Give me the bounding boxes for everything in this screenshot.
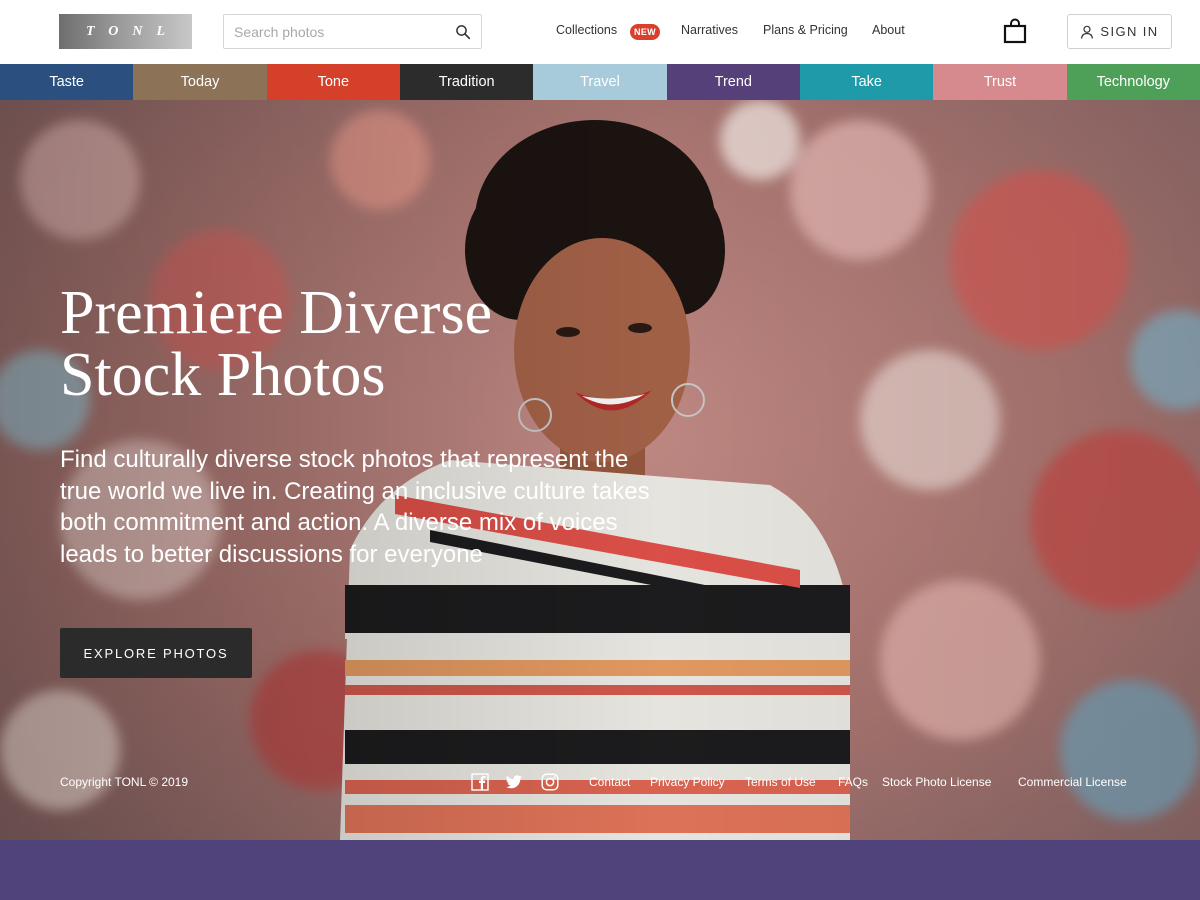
- category-trend[interactable]: Trend: [666, 64, 800, 100]
- site-header: TONL Collections NEW Narratives Plans & …: [0, 0, 1200, 64]
- hero-title-line2: Stock Photos: [60, 341, 386, 409]
- category-bar: Taste Today Tone Tradition Travel Trend …: [0, 64, 1200, 100]
- footer-link-contact[interactable]: Contact: [589, 775, 630, 789]
- category-taste[interactable]: Taste: [0, 64, 134, 100]
- nav-narratives[interactable]: Narratives: [681, 23, 738, 37]
- nav-plans-pricing[interactable]: Plans & Pricing: [763, 23, 848, 37]
- footer-link-faqs[interactable]: FAQs: [838, 775, 868, 789]
- footer-link-stock-photo-license[interactable]: Stock Photo License: [882, 775, 991, 789]
- category-travel[interactable]: Travel: [533, 64, 667, 100]
- nav-collections[interactable]: Collections: [556, 23, 617, 37]
- search-icon[interactable]: [455, 24, 471, 40]
- footer-link-privacy-policy[interactable]: Privacy Policy: [650, 775, 725, 789]
- category-today[interactable]: Today: [133, 64, 267, 100]
- user-icon: [1081, 25, 1094, 39]
- instagram-icon[interactable]: [541, 773, 559, 791]
- category-trust[interactable]: Trust: [933, 64, 1067, 100]
- search-box: [223, 14, 482, 49]
- hero-title: Premiere Diverse Stock Photos: [60, 282, 700, 406]
- hero-title-line1: Premiere Diverse: [60, 279, 493, 347]
- sign-in-button[interactable]: SIGN IN: [1067, 14, 1172, 49]
- shopping-bag-icon[interactable]: [1003, 18, 1027, 44]
- category-tradition[interactable]: Tradition: [399, 64, 534, 100]
- hero-description: Find culturally diverse stock photos tha…: [60, 446, 650, 568]
- explore-photos-button[interactable]: EXPLORE PHOTOS: [60, 628, 252, 678]
- hero-section: Premiere Diverse Stock Photos Find cultu…: [0, 100, 1200, 840]
- twitter-icon[interactable]: [505, 773, 523, 791]
- footer-link-terms-of-use[interactable]: Terms of Use: [745, 775, 816, 789]
- category-technology[interactable]: Technology: [1066, 64, 1200, 100]
- search-input[interactable]: [234, 23, 444, 41]
- footer-band: [0, 840, 1200, 900]
- tonl-logo[interactable]: TONL: [59, 14, 192, 49]
- category-take[interactable]: Take: [799, 64, 934, 100]
- hero-footer: Copyright TONL © 2019 Contact Privacy Po…: [0, 773, 1200, 793]
- copyright-text: Copyright TONL © 2019: [60, 775, 189, 789]
- footer-link-commercial-license[interactable]: Commercial License: [1018, 775, 1127, 789]
- category-tone[interactable]: Tone: [266, 64, 400, 100]
- sign-in-label: SIGN IN: [1100, 24, 1159, 39]
- facebook-icon[interactable]: [471, 773, 489, 791]
- nav-about[interactable]: About: [872, 23, 905, 37]
- new-badge: NEW: [630, 24, 660, 40]
